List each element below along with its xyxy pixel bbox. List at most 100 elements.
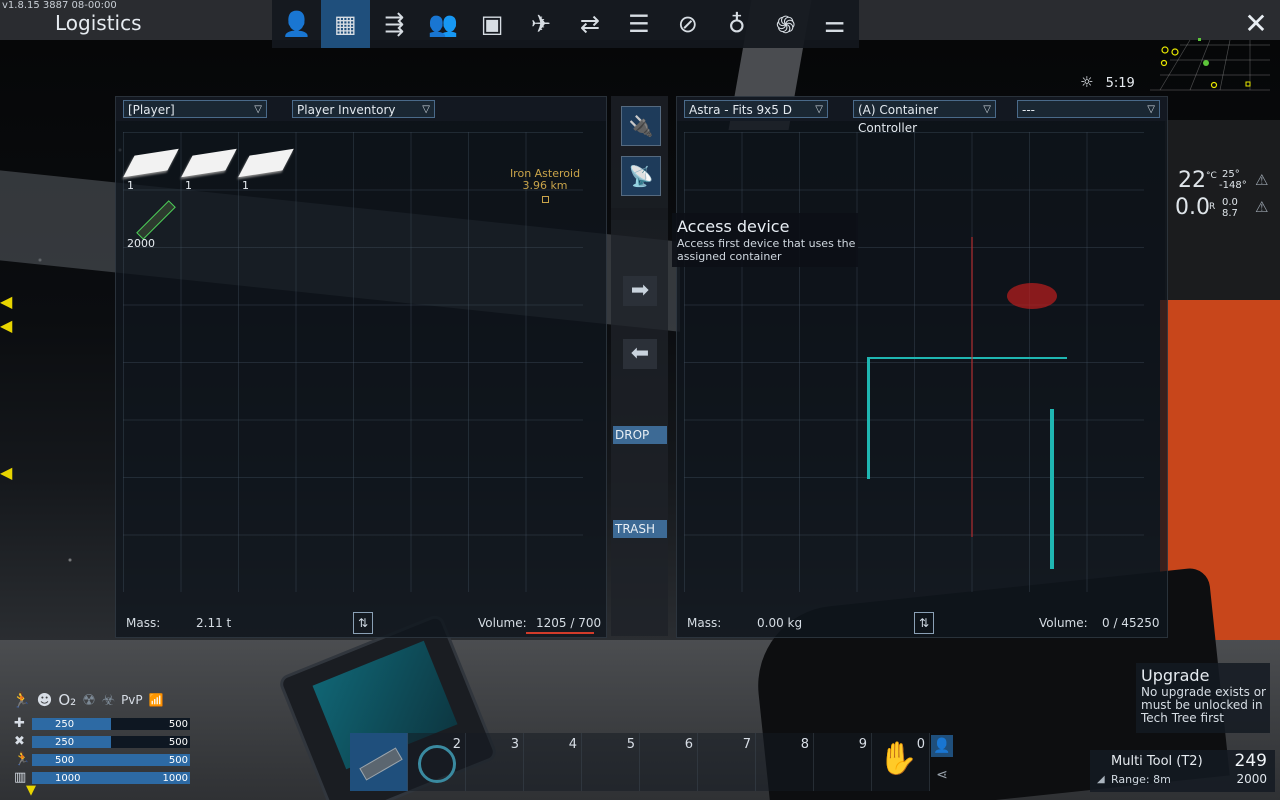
filter-dropdown[interactable]: --- ▽ (1017, 100, 1160, 118)
oxygen-icon: O₂ (58, 691, 77, 709)
upgrade-info: Upgrade No upgrade exists or must be unl… (1136, 663, 1270, 733)
waypoint-marker: Iron Asteroid 3.96 km (495, 168, 595, 203)
version-label: v1.8.15 3887 08-00:00 (2, 0, 117, 11)
planet-icon[interactable]: ♁ (712, 0, 761, 48)
running-icon: 🏃 (12, 691, 31, 709)
player-mode-icon[interactable]: 👤 (931, 735, 953, 757)
compass-icon[interactable]: ⊘ (663, 0, 712, 48)
health-bar: ✚ 250 500 (14, 716, 190, 731)
container-dropdown[interactable]: (A) Container Controller ▽ (853, 100, 996, 135)
divider (611, 208, 668, 220)
stamina-icon: 🏃 (14, 752, 31, 767)
access-device-tooltip: Access device Access first device that u… (672, 213, 858, 267)
hologram-overlay (971, 237, 973, 537)
network-icon[interactable]: ⇶ (370, 0, 419, 48)
drill-icon (418, 745, 456, 783)
hotbar-slot-3[interactable]: 3 (466, 733, 524, 791)
volume-label: Volume: (478, 616, 527, 630)
mass-label: Mass: (126, 616, 161, 630)
multitool-icon (359, 747, 403, 781)
radiation-icon: ☢ (82, 691, 96, 709)
hologram-overlay (1007, 283, 1057, 309)
hologram-overlay (867, 357, 1067, 359)
hotbar-slot-6[interactable]: 6 (640, 733, 698, 791)
oxygen-tank-icon: ▥ (14, 770, 27, 785)
environment-readout: 22 °C 25° -148° ⚠ 0.0 R 0.0 8.7 ⚠ (1175, 165, 1275, 225)
settings-sliders-icon[interactable]: ⚌ (810, 0, 859, 48)
hotbar-slot-1[interactable] (350, 733, 408, 791)
top-tab-bar: 👤 ▦ ⇶ 👥 ▣ ✈ ⇄ ☰ ⊘ ♁ ֍ ⚌ (272, 0, 859, 48)
drop-button[interactable]: DROP (613, 426, 667, 444)
waypoint-square-icon (541, 196, 549, 203)
hologram-overlay (1050, 409, 1054, 569)
offscreen-marker-icon: ◀ (0, 463, 13, 482)
inventory-dropdown[interactable]: Player Inventory ▽ (292, 100, 435, 118)
radiation-unit: R (1209, 202, 1216, 212)
hotbar-slot-8[interactable]: 8 (756, 733, 814, 791)
temperature-low: -148° (1219, 180, 1247, 191)
faction-icon[interactable]: 👥 (419, 0, 468, 48)
sort-icon[interactable]: ⇅ (353, 612, 373, 634)
exchange-icon[interactable]: ⇄ (566, 0, 615, 48)
radiation-value: 0.0 (1175, 195, 1210, 220)
ship-icon[interactable]: ✈ (517, 0, 566, 48)
hotbar-slot-9[interactable]: 9 (814, 733, 872, 791)
galaxy-icon[interactable]: ֍ (761, 0, 810, 48)
hotbar: 2 3 4 5 6 7 8 9 0 ✋ (350, 733, 930, 791)
helmet-icon: ☻ (36, 691, 53, 709)
tool-ammo-max: 2000 (1236, 772, 1267, 786)
chevron-down-icon: ▽ (1147, 104, 1155, 115)
hologram-overlay (867, 359, 870, 479)
overweight-bar (526, 632, 594, 634)
tool-ammo-count: 249 (1234, 751, 1267, 771)
right-panel-footer: Mass: 0.00 kg ⇅ Volume: 0 / 45250 (677, 610, 1167, 636)
player-icon[interactable]: 👤 (272, 0, 321, 48)
hotbar-slot-2[interactable]: 2 (408, 733, 466, 791)
hotbar-slot-4[interactable]: 4 (524, 733, 582, 791)
share-icon[interactable]: ⋖ (931, 764, 953, 786)
equipped-tool-info: Multi Tool (T2) ◢ Range: 8m 249 2000 (1090, 750, 1275, 792)
offscreen-marker-icon: ◀ (0, 316, 13, 335)
inventory-item-plate[interactable]: 1 (238, 137, 295, 192)
screen-title: Logistics (55, 11, 142, 35)
sort-icon[interactable]: ⇅ (914, 612, 934, 634)
hotbar-slot-7[interactable]: 7 (698, 733, 756, 791)
stamina-bar: 🏃 500 500 (14, 752, 190, 767)
inventory-item-tool[interactable]: 2000 (125, 195, 180, 250)
hotbar-slot-0[interactable]: 0 ✋ (872, 733, 930, 791)
transfer-left-arrow-icon[interactable]: ⬅ (623, 339, 657, 369)
hand-icon: ✋ (878, 739, 918, 777)
transfer-right-arrow-icon[interactable]: ➡ (623, 276, 657, 306)
hotbar-slot-5[interactable]: 5 (582, 733, 640, 791)
radiation-warning-icon: ⚠ (1255, 198, 1269, 216)
tool-range: Range: 8m (1111, 773, 1171, 786)
steel-plate-icon (238, 148, 294, 178)
offscreen-marker-icon: ◀ (0, 292, 13, 311)
pvp-icon: PvP (121, 693, 143, 707)
source-dropdown[interactable]: [Player] ▽ (123, 100, 267, 118)
window-icon[interactable]: ▣ (468, 0, 517, 48)
structure-dropdown[interactable]: Astra - Fits 9x5 D ▽ (684, 100, 828, 118)
logistics-icon[interactable]: ▦ (320, 0, 370, 48)
food-icon: ✖ (14, 734, 25, 749)
left-panel-footer: Mass: 2.11 t ⇅ Volume: 1205 / 700 (116, 610, 606, 636)
trash-button[interactable]: TRASH (613, 520, 667, 538)
inventory-item-plate[interactable]: 1 (181, 137, 238, 192)
oxygen-bar: ▥ 1000 1000 (14, 770, 190, 785)
steel-plate-icon (123, 148, 179, 178)
player-status: 🏃 ☻ O₂ ☢ ☣ PvP 📶 ✚ 250 500 ✖ 250 500 🏃 5… (12, 688, 190, 788)
list-icon[interactable]: ☰ (614, 0, 663, 48)
food-bar: ✖ 250 500 (14, 734, 190, 749)
remote-access-icon[interactable]: 📡 (621, 156, 661, 196)
plug-connect-icon[interactable]: 🔌 (621, 106, 661, 146)
sun-icon: ☼ (1080, 73, 1094, 91)
temperature-value: 22 (1178, 168, 1206, 193)
temperature-high: 25° (1222, 169, 1240, 180)
multitool-icon (136, 200, 176, 240)
radiation-a: 0.0 (1222, 197, 1238, 208)
status-icon-row: 🏃 ☻ O₂ ☢ ☣ PvP 📶 (12, 688, 182, 712)
transfer-column: 🔌 📡 ➡ ⬅ DROP TRASH (611, 96, 668, 636)
container-grid[interactable] (684, 132, 1144, 592)
volume-value: 0 / 45250 (1102, 616, 1160, 630)
inventory-item-plate[interactable]: 1 (123, 137, 180, 192)
